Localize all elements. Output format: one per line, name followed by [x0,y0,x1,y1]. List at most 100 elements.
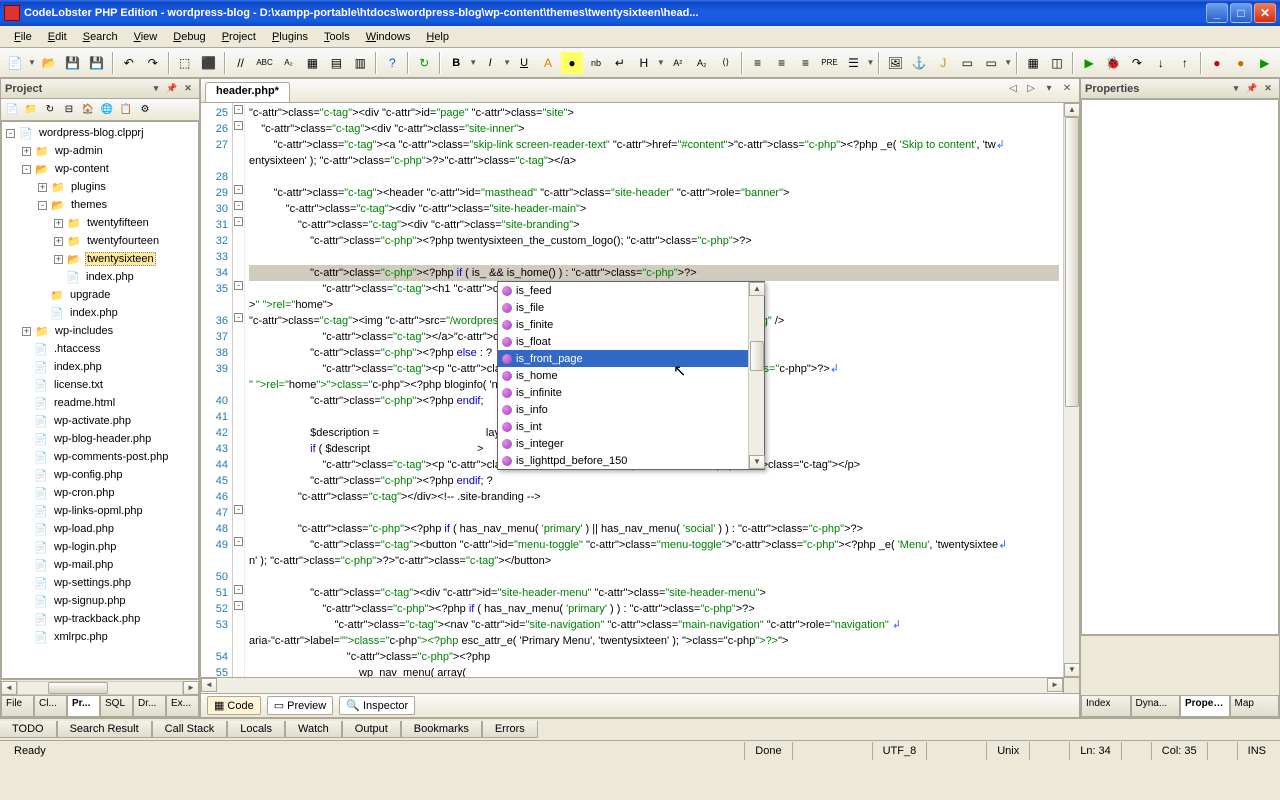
autocomplete-item[interactable]: is_info [498,401,748,418]
italic-icon[interactable]: I [479,52,501,74]
scroll-right-icon[interactable]: ► [183,681,199,695]
hilite-icon[interactable]: ● [561,52,583,74]
prop-pin-icon[interactable]: 📌 [1245,82,1259,96]
tree-item[interactable]: 📄wp-settings.php [2,574,198,592]
fold-toggle[interactable]: - [234,313,243,322]
run-icon[interactable]: ▶ [1078,52,1100,74]
properties-tab[interactable]: Index [1081,696,1131,717]
tree-item[interactable]: 📄wp-load.php [2,520,198,538]
autocomplete-item[interactable]: is_home [498,367,748,384]
comment-icon[interactable]: // [230,52,252,74]
menu-debug[interactable]: Debug [165,29,213,45]
autocomplete-item[interactable]: is_file [498,299,748,316]
new-folder-icon[interactable]: 📁 [22,101,40,119]
bottom-tab[interactable]: Locals [227,721,285,738]
autocomplete-item[interactable]: is_infinite [498,384,748,401]
ac-up-icon[interactable]: ▲ [749,282,765,296]
stepover-icon[interactable]: ↷ [1126,52,1148,74]
fold-toggle[interactable]: - [234,281,243,290]
nbsp-icon[interactable]: nb [585,52,607,74]
open-icon[interactable]: 📂 [38,52,60,74]
layer-icon[interactable]: ◫ [1046,52,1068,74]
bottom-tab[interactable]: TODO [0,721,57,738]
code-view-button[interactable]: ▦ Code [207,696,261,715]
tree-item[interactable]: 📄wp-signup.php [2,592,198,610]
ed-scroll-right-icon[interactable]: ► [1047,678,1063,692]
abc-icon[interactable]: ABC [254,52,276,74]
project-tab[interactable]: File [1,696,34,717]
stepin-icon[interactable]: ↓ [1150,52,1172,74]
tab-menu-icon[interactable]: ▾ [1041,81,1057,97]
fold-toggle[interactable]: - [234,505,243,514]
properties-tab[interactable]: Dyna... [1131,696,1181,717]
editor-h-scrollbar[interactable]: ◄ ► [201,677,1079,693]
project-tab[interactable]: Pr... [67,696,100,717]
sup-icon[interactable]: A² [667,52,689,74]
tree-item[interactable]: 📄wp-blog-header.php [2,430,198,448]
tree-item[interactable]: 📄readme.html [2,394,198,412]
menu-help[interactable]: Help [418,29,457,45]
menu-windows[interactable]: Windows [358,29,419,45]
bottom-tab[interactable]: Output [342,721,401,738]
tree-item[interactable]: +📁wp-admin [2,142,198,160]
fold-toggle[interactable]: - [234,585,243,594]
collapse-icon[interactable]: ⊟ [60,101,78,119]
fold-toggle[interactable]: - [234,121,243,130]
panel-close-icon[interactable]: ✕ [181,82,195,96]
home-icon[interactable]: 🏠 [79,101,97,119]
v-scrollbar[interactable]: ▲ ▼ [1063,103,1079,677]
abc2-icon[interactable]: A₂ [278,52,300,74]
project-tab[interactable]: Dr... [133,696,166,717]
tab-next-icon[interactable]: ▷ [1023,81,1039,97]
tab-prev-icon[interactable]: ◁ [1005,81,1021,97]
properties-tab[interactable]: Map [1230,696,1280,717]
menu-plugins[interactable]: Plugins [264,29,316,45]
fold-toggle[interactable]: - [234,601,243,610]
save-all-icon[interactable]: 💾 [86,52,108,74]
fontcolor-icon[interactable]: A [537,52,559,74]
ed-scroll-left-icon[interactable]: ◄ [201,678,217,692]
tree-item[interactable]: +📁twentyfifteen [2,214,198,232]
tree-item[interactable]: +📁wp-includes [2,322,198,340]
redo-icon[interactable]: ↷ [142,52,164,74]
bp-go-icon[interactable]: ▶ [1254,52,1276,74]
autocomplete-item[interactable]: is_feed [498,282,748,299]
tree-item[interactable]: -📂themes [2,196,198,214]
project-tab[interactable]: SQL [100,696,133,717]
bp2-icon[interactable]: ● [1230,52,1252,74]
refresh-icon[interactable]: ↻ [413,52,435,74]
code-editor[interactable]: 252627 2829303132333435 36373839 4041424… [201,103,1079,677]
tree-item[interactable]: 📄xmlrpc.php [2,628,198,646]
save-icon[interactable]: 💾 [62,52,84,74]
project-tab[interactable]: Ex... [166,696,199,717]
editor-tab[interactable]: header.php* [205,82,290,102]
new-file-icon[interactable]: 📄 [4,52,26,74]
fold-toggle[interactable]: - [234,185,243,194]
menu-project[interactable]: Project [214,29,264,45]
table-icon[interactable]: ▦ [1022,52,1044,74]
project-tree[interactable]: -📄wordpress-blog.clpprj+📁wp-admin-📂wp-co… [1,121,199,679]
break-icon[interactable]: ↵ [609,52,631,74]
gear-icon[interactable]: ⚙ [136,101,154,119]
tree-item[interactable]: 📄wp-login.php [2,538,198,556]
bottom-tab[interactable]: Watch [285,721,342,738]
autocomplete-item[interactable]: is_lighttpd_before_150 [498,452,748,469]
tree-item[interactable]: 📄index.php [2,358,198,376]
debug-icon[interactable]: 🐞 [1102,52,1124,74]
tree-item[interactable]: 📄wp-trackback.php [2,610,198,628]
underline-icon[interactable]: U [513,52,535,74]
list-icon[interactable]: ☰ [842,52,864,74]
bottom-tab[interactable]: Search Result [57,721,152,738]
bp-icon[interactable]: ● [1206,52,1228,74]
menu-file[interactable]: File [6,29,40,45]
menu-tools[interactable]: Tools [316,29,358,45]
tree-item[interactable]: 📄wp-config.php [2,466,198,484]
tree-item[interactable]: 📄wp-links-opml.php [2,502,198,520]
autocomplete-item[interactable]: is_float [498,333,748,350]
grid-icon[interactable]: ▦ [301,52,323,74]
fold-column[interactable]: ----------- [233,103,245,677]
tree-item[interactable]: 📄wp-cron.php [2,484,198,502]
prop-menu-icon[interactable]: ▾ [1229,82,1243,96]
tree-item[interactable]: 📄index.php [2,304,198,322]
help-icon[interactable]: ? [381,52,403,74]
